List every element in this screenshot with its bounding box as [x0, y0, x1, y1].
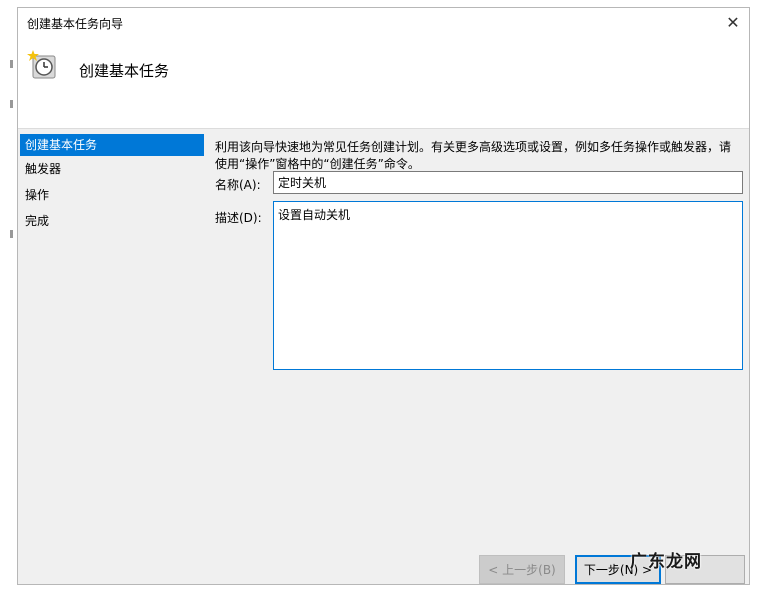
wizard-steps: 创建基本任务 触发器 操作 完成: [18, 129, 208, 584]
name-label: 名称(A):: [215, 178, 261, 192]
name-field[interactable]: [273, 171, 743, 194]
page-title: 创建基本任务: [79, 62, 170, 80]
close-button[interactable]: ✕: [717, 8, 749, 36]
step-finish[interactable]: 完成: [20, 210, 204, 232]
wizard-header: 创建基本任务: [18, 38, 749, 129]
window-title: 创建基本任务向导: [27, 17, 124, 31]
background-fragment: [10, 100, 13, 108]
wizard-content: 创建基本任务 触发器 操作 完成 利用该向导快速地为常见任务创建计划。有关更多高…: [18, 129, 749, 584]
step-trigger[interactable]: 触发器: [20, 158, 204, 180]
task-scheduler-clock-icon: [27, 50, 56, 79]
description-label: 描述(D):: [215, 211, 262, 225]
step-create-basic-task[interactable]: 创建基本任务: [20, 134, 204, 156]
background-fragment: [10, 60, 13, 68]
description-field[interactable]: 设置自动关机: [273, 201, 743, 370]
background-fragment: [10, 230, 13, 238]
wizard-description: 利用该向导快速地为常见任务创建计划。有关更多高级选项或设置，例如多任务操作或触发…: [215, 140, 732, 171]
wizard-main: 利用该向导快速地为常见任务创建计划。有关更多高级选项或设置，例如多任务操作或触发…: [208, 129, 749, 584]
wizard-dialog: 创建基本任务向导 ✕ 创建基本任务 创建基本任务 触发器 操作 完成 利用该向导…: [17, 7, 750, 585]
back-button[interactable]: < 上一步(B): [479, 555, 565, 584]
watermark-logo: 广东龙网: [630, 552, 702, 572]
step-action[interactable]: 操作: [20, 184, 204, 206]
title-bar: 创建基本任务向导 ✕: [18, 8, 749, 38]
